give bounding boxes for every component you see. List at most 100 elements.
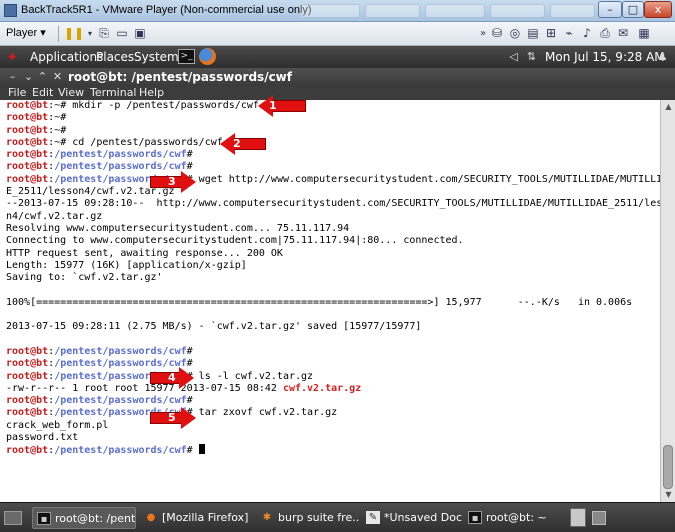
maximize-button[interactable]: □ xyxy=(622,1,644,18)
menu-view[interactable]: View xyxy=(58,86,84,99)
annotation-number: 4 xyxy=(168,371,176,384)
panel-clock[interactable]: Mon Jul 15, 9:28 AM xyxy=(545,50,665,64)
printer-icon[interactable]: ⎙ xyxy=(597,26,613,41)
taskbar-item-label: [Mozilla Firefox] xyxy=(162,511,249,524)
terminal-text: Saving to: `cwf.v2.tar.gz' xyxy=(6,272,163,284)
prompt-user: root@bt xyxy=(6,345,49,357)
prompt-user: root@bt xyxy=(6,395,49,407)
firefox-icon: ● xyxy=(146,512,156,523)
terminal-line: root@bt:/pentest/passwords/cwf# xyxy=(6,346,660,358)
minimize-button[interactable]: – xyxy=(598,1,622,18)
firefox-launcher-icon[interactable] xyxy=(199,48,216,65)
trash-icon[interactable] xyxy=(570,508,586,527)
system-menu[interactable]: System xyxy=(134,50,179,64)
volume-icon[interactable]: ◁ xyxy=(506,49,521,64)
terminal-output[interactable]: root@bt :~# mkdir -p /pentest/passwords/c… xyxy=(0,100,660,502)
close-icon[interactable]: ✕ xyxy=(51,70,64,83)
terminal-text: 2013-07-15 09:28:11 (2.75 MB/s) - `cwf.v… xyxy=(6,321,422,333)
highlighted-filename: cwf.v2.tar.gz xyxy=(282,382,362,394)
terminal-line: root@bt:/pentest/passwords/cwf# xyxy=(6,149,660,161)
terminal-line: Connecting to www.computersecuritystuden… xyxy=(6,235,660,247)
player-menu[interactable]: Player ▾ xyxy=(6,26,46,39)
annotation-number: 5 xyxy=(168,411,176,424)
terminal-text: n4/cwf.v2.tar.gz xyxy=(6,210,103,222)
prompt-user: root@bt xyxy=(6,173,49,185)
terminal-text: # wget http://www.computersecuritystuden… xyxy=(186,173,660,185)
prompt-user: root@bt xyxy=(6,149,49,161)
terminal-line: root@bt:/pentest/passwords/cwf# xyxy=(6,161,660,173)
places-menu[interactable]: Places xyxy=(96,50,134,64)
terminal-launcher-icon[interactable]: >_ xyxy=(178,49,195,64)
unity-icon[interactable]: ▣ xyxy=(132,26,148,41)
fullscreen-icon[interactable]: ▭ xyxy=(114,26,130,41)
terminal-line: n4/cwf.v2.tar.gz xyxy=(6,211,660,223)
background-window-tab xyxy=(550,4,595,18)
prompt-user: root@bt xyxy=(6,445,49,457)
taskbar-item-terminal[interactable]: ▪ root@bt: /pent... xyxy=(32,507,136,529)
message-icon[interactable]: ✉ xyxy=(615,26,631,41)
scroll-down-icon[interactable]: ▼ xyxy=(662,489,675,501)
taskbar-item-editor[interactable]: ✎ *Unsaved Doc... xyxy=(362,507,462,529)
taskbar-item-terminal-2[interactable]: ▪ root@bt: ~ xyxy=(464,507,564,529)
prompt-path: /pentest/passwords/cwf xyxy=(54,395,187,407)
terminal-text: Connecting to www.computersecuritystuden… xyxy=(6,235,464,247)
terminal-text: password.txt xyxy=(6,432,79,444)
prompt-user: root@bt xyxy=(6,136,49,148)
network-status-icon[interactable]: ⇅ xyxy=(524,49,539,64)
terminal-line: root@bt:/pentest/passwords/cwf# xyxy=(6,395,660,407)
terminal-text: --2013-07-15 09:28:10-- http://www.compu… xyxy=(6,198,660,210)
terminal-line: root@bt:/pentest/passwords/cwf# ls -l cw… xyxy=(6,371,660,383)
unity-tray-icon[interactable]: ▦ xyxy=(636,26,652,41)
send-ctrl-alt-del-icon[interactable]: ⎘ xyxy=(96,26,112,41)
annotation-number: 1 xyxy=(269,99,277,112)
workspace-switcher-icon[interactable] xyxy=(592,511,606,525)
bottom-taskbar: ▪ root@bt: /pent... ● [Mozilla Firefox] … xyxy=(0,502,675,532)
network-icon[interactable]: ⊞ xyxy=(543,26,559,41)
hard-disk-icon[interactable]: ⛁ xyxy=(489,26,505,41)
scroll-up-icon[interactable]: ▲ xyxy=(662,101,675,113)
taskbar-item-firefox[interactable]: ● [Mozilla Firefox] xyxy=(140,507,252,529)
menu-edit[interactable]: Edit xyxy=(32,86,53,99)
terminal-line: 100%[===================================… xyxy=(6,297,660,309)
editor-icon: ✎ xyxy=(366,511,380,524)
floppy-icon[interactable]: ▤ xyxy=(525,26,541,41)
terminal-line: root@bt:~# mkdir -p /pentest/passwords/c… xyxy=(6,100,660,112)
backtrack-logo-icon[interactable]: ✦ xyxy=(6,49,22,65)
applications-menu[interactable]: Applications xyxy=(30,50,103,64)
taskbar-item-burp[interactable]: ✱ burp suite fre... xyxy=(256,507,360,529)
terminal-text: :~# mkdir -p /pentest/passwords/cwf xyxy=(48,100,259,111)
pause-icon[interactable]: ❚❚ xyxy=(64,26,84,41)
annotation-arrow-2: 2 xyxy=(220,133,266,155)
terminal-line: Saving to: `cwf.v2.tar.gz' xyxy=(6,272,660,284)
menu-file[interactable]: File xyxy=(8,86,26,99)
chevron-up-icon[interactable]: ⌃ xyxy=(36,70,49,83)
usb-icon[interactable]: ⌁ xyxy=(561,26,577,41)
close-button[interactable]: x xyxy=(644,1,672,18)
taskbar-item-label: burp suite fre... xyxy=(278,511,360,524)
terminal-line: root@bt:/pentest/passwords/cwf# wget htt… xyxy=(6,174,660,186)
terminal-line: Length: 15977 (16K) [application/x-gzip] xyxy=(6,260,660,272)
terminal-menubar: File Edit View Terminal Help xyxy=(0,86,675,100)
scrollbar-thumb[interactable] xyxy=(663,445,673,489)
show-desktop-button[interactable] xyxy=(4,511,22,525)
menu-help[interactable]: Help xyxy=(139,86,164,99)
terminal-scrollbar[interactable]: ▲ ▼ xyxy=(660,100,675,502)
window-menu-icon[interactable]: – xyxy=(6,70,19,83)
cd-drive-icon[interactable]: ◎ xyxy=(507,26,523,41)
menu-terminal[interactable]: Terminal xyxy=(90,86,137,99)
terminal-text: # ls -l cwf.v2.tar.gz xyxy=(186,370,314,382)
terminal-line: E_2511/lesson4/cwf.v2.tar.gz xyxy=(6,186,660,198)
toolbar-separator xyxy=(58,26,59,42)
background-window-tab xyxy=(300,4,360,18)
annotation-arrow-3: 3 xyxy=(150,171,196,193)
terminal-line: root@bt:~# xyxy=(6,125,660,137)
terminal-line: root@bt:/pentest/passwords/cwf# tar zxov… xyxy=(6,407,660,419)
terminal-line: HTTP request sent, awaiting response... … xyxy=(6,248,660,260)
chevron-down-icon[interactable]: ⌄ xyxy=(22,70,35,83)
user-icon[interactable]: ♟ xyxy=(655,49,670,64)
sound-icon[interactable]: ♪ xyxy=(579,26,595,41)
terminal-line: -rw-r--r-- 1 root root 15977 2013-07-15 … xyxy=(6,383,660,395)
prompt-user: root@bt xyxy=(6,161,49,173)
annotation-arrow-1: 1 xyxy=(258,95,306,117)
